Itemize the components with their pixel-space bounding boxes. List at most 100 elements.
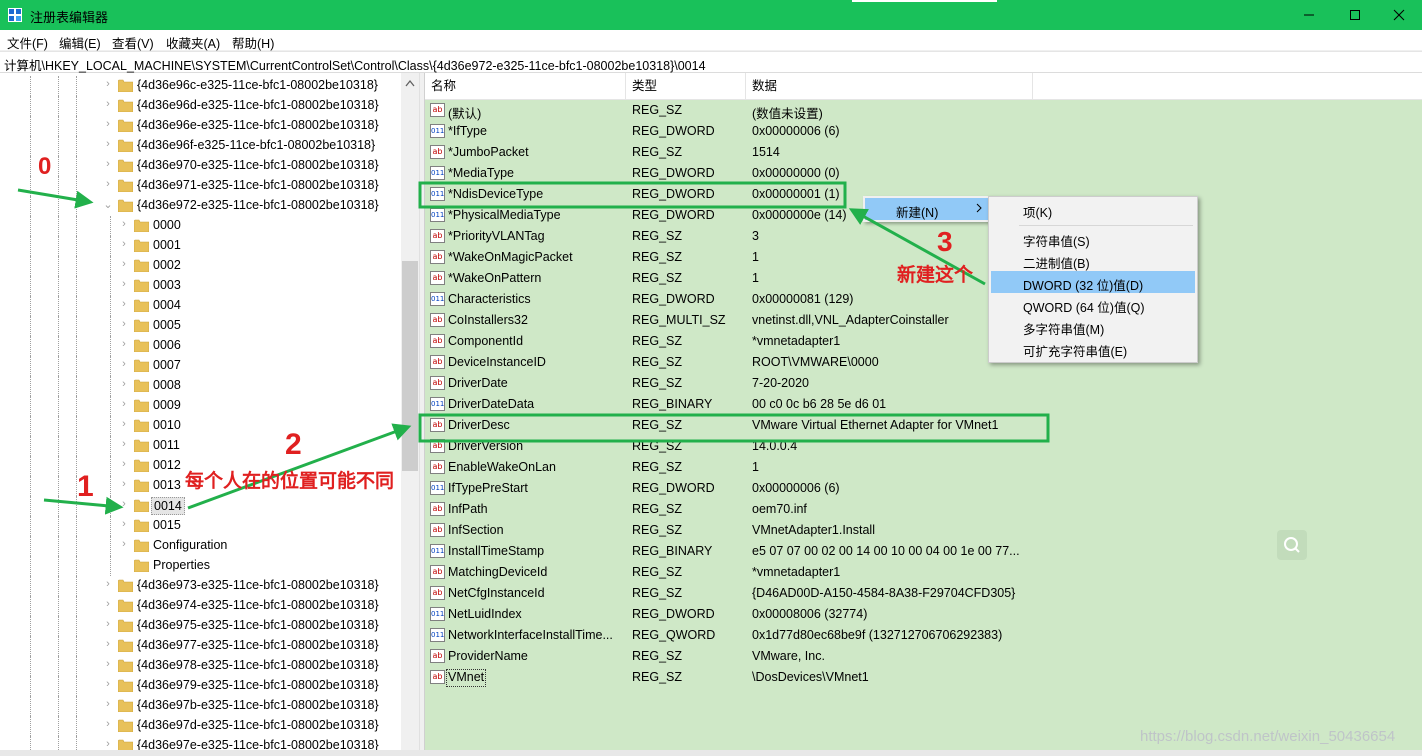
submenu-key[interactable]: 项(K) bbox=[991, 198, 1195, 220]
chevron-right-icon[interactable]: › bbox=[119, 418, 129, 432]
chevron-right-icon[interactable]: › bbox=[103, 718, 113, 732]
tree-item[interactable]: › 0008 bbox=[0, 376, 401, 396]
chevron-right-icon[interactable]: › bbox=[103, 618, 113, 632]
value-row[interactable]: 011 *IfType REG_DWORD 0x00000006 (6) bbox=[425, 121, 1422, 142]
tree-item[interactable]: › {4d36e971-e325-11ce-bfc1-08002be10318} bbox=[0, 176, 401, 196]
chevron-right-icon[interactable]: › bbox=[119, 518, 129, 532]
chevron-right-icon[interactable]: › bbox=[103, 178, 113, 192]
chevron-right-icon[interactable]: › bbox=[119, 358, 129, 372]
tree-scrollbar[interactable] bbox=[401, 73, 419, 756]
tree-item[interactable]: › {4d36e97b-e325-11ce-bfc1-08002be10318} bbox=[0, 696, 401, 716]
value-row[interactable]: ab DriverVersion REG_SZ 14.0.0.4 bbox=[425, 436, 1422, 457]
chevron-right-icon[interactable]: › bbox=[119, 238, 129, 252]
value-row[interactable]: ab ProviderName REG_SZ VMware, Inc. bbox=[425, 646, 1422, 667]
value-row[interactable]: 011 Characteristics REG_DWORD 0x00000081 (1… bbox=[425, 289, 1422, 310]
value-row[interactable]: ab (默认) REG_SZ (数值未设置) bbox=[425, 100, 1422, 121]
submenu-string[interactable]: 字符串值(S) bbox=[991, 227, 1195, 249]
col-type[interactable]: 类型 bbox=[626, 73, 746, 100]
tree-item[interactable]: › 0015 bbox=[0, 516, 401, 536]
tree-item[interactable]: › 0007 bbox=[0, 356, 401, 376]
chevron-right-icon[interactable]: › bbox=[103, 578, 113, 592]
value-row[interactable]: 011 *MediaType REG_DWORD 0x00000000 (0) bbox=[425, 163, 1422, 184]
zoom-button[interactable] bbox=[1277, 530, 1307, 560]
submenu-multistring[interactable]: 多字符串值(M) bbox=[991, 315, 1195, 337]
minimize-button[interactable] bbox=[1286, 0, 1332, 30]
chevron-right-icon[interactable]: › bbox=[103, 158, 113, 172]
submenu-dword[interactable]: DWORD (32 位)值(D) bbox=[991, 271, 1195, 293]
value-list[interactable]: 名称 类型 数据 ab (默认) REG_SZ (数值未设置) 011 *IfType RE… bbox=[425, 73, 1422, 756]
chevron-down-icon[interactable]: ⌄ bbox=[103, 198, 113, 212]
value-row[interactable]: 011 IfTypePreStart REG_DWORD 0x00000006 (6) bbox=[425, 478, 1422, 499]
value-row[interactable]: 011 NetLuidIndex REG_DWORD 0x00008006 (3277… bbox=[425, 604, 1422, 625]
tree-item[interactable]: › 0009 bbox=[0, 396, 401, 416]
chevron-right-icon[interactable]: › bbox=[103, 138, 113, 152]
value-row[interactable]: ab VMnet REG_SZ \DosDevices\VMnet1 bbox=[425, 667, 1422, 688]
value-row[interactable]: ab DeviceInstanceID REG_SZ ROOT\VMWARE\0000 bbox=[425, 352, 1422, 373]
tree-item[interactable]: › 0002 bbox=[0, 256, 401, 276]
menu-view[interactable]: 查看(V) bbox=[112, 33, 154, 52]
tree-item[interactable]: › {4d36e978-e325-11ce-bfc1-08002be10318} bbox=[0, 656, 401, 676]
value-row[interactable]: ab CoInstallers32 REG_MULTI_SZ vnetinst.dll… bbox=[425, 310, 1422, 331]
value-row[interactable]: ab DriverDate REG_SZ 7-20-2020 bbox=[425, 373, 1422, 394]
chevron-right-icon[interactable]: › bbox=[119, 378, 129, 392]
address-bar[interactable]: 计算机\HKEY_LOCAL_MACHINE\SYSTEM\CurrentCon… bbox=[0, 51, 1422, 73]
chevron-right-icon[interactable]: › bbox=[119, 258, 129, 272]
chevron-right-icon[interactable]: › bbox=[119, 458, 129, 472]
value-row[interactable]: ab InfPath REG_SZ oem70.inf bbox=[425, 499, 1422, 520]
col-data[interactable]: 数据 bbox=[746, 73, 1033, 100]
chevron-right-icon[interactable]: › bbox=[103, 638, 113, 652]
value-row[interactable]: ab NetCfgInstanceId REG_SZ {D46AD00D-A150-4… bbox=[425, 583, 1422, 604]
scroll-up-icon[interactable] bbox=[405, 79, 415, 87]
tree-item[interactable]: › 0005 bbox=[0, 316, 401, 336]
value-row[interactable]: 011 InstallTimeStamp REG_BINARY e5 07 07 00… bbox=[425, 541, 1422, 562]
tree-item[interactable]: Properties bbox=[0, 556, 401, 576]
tree-item[interactable]: › 0004 bbox=[0, 296, 401, 316]
tree-item[interactable]: › 0006 bbox=[0, 336, 401, 356]
chevron-right-icon[interactable]: › bbox=[119, 478, 129, 492]
chevron-right-icon[interactable]: › bbox=[119, 278, 129, 292]
chevron-right-icon[interactable]: › bbox=[103, 698, 113, 712]
value-row[interactable]: ab EnableWakeOnLan REG_SZ 1 bbox=[425, 457, 1422, 478]
chevron-right-icon[interactable]: › bbox=[119, 438, 129, 452]
chevron-right-icon[interactable]: › bbox=[103, 658, 113, 672]
chevron-right-icon[interactable]: › bbox=[119, 338, 129, 352]
tree-scroll-thumb[interactable] bbox=[402, 261, 418, 471]
value-row[interactable]: ab DriverDesc REG_SZ VMware Virtual Etherne… bbox=[425, 415, 1422, 436]
value-row[interactable]: ab MatchingDeviceId REG_SZ *vmnetadapter1 bbox=[425, 562, 1422, 583]
chevron-right-icon[interactable]: › bbox=[119, 298, 129, 312]
tree-item[interactable]: › {4d36e977-e325-11ce-bfc1-08002be10318} bbox=[0, 636, 401, 656]
close-button[interactable] bbox=[1376, 0, 1422, 30]
tree-item[interactable]: › {4d36e96e-e325-11ce-bfc1-08002be10318} bbox=[0, 116, 401, 136]
menu-edit[interactable]: 编辑(E) bbox=[59, 33, 101, 52]
value-row[interactable]: ab *JumboPacket REG_SZ 1514 bbox=[425, 142, 1422, 163]
value-row[interactable]: ab ComponentId REG_SZ *vmnetadapter1 bbox=[425, 331, 1422, 352]
tree-item[interactable]: › {4d36e96d-e325-11ce-bfc1-08002be10318} bbox=[0, 96, 401, 116]
horizontal-scrollbar[interactable] bbox=[0, 750, 1422, 756]
menu-item-new[interactable]: 新建(N) bbox=[865, 198, 989, 220]
submenu-qword[interactable]: QWORD (64 位)值(Q) bbox=[991, 293, 1195, 315]
col-name[interactable]: 名称 bbox=[425, 73, 626, 100]
chevron-right-icon[interactable]: › bbox=[103, 678, 113, 692]
chevron-right-icon[interactable]: › bbox=[103, 78, 113, 92]
tree-item[interactable]: › 0000 bbox=[0, 216, 401, 236]
menu-help[interactable]: 帮助(H) bbox=[232, 33, 274, 52]
tree-item[interactable]: › 0001 bbox=[0, 236, 401, 256]
chevron-right-icon[interactable]: › bbox=[103, 118, 113, 132]
tree-item[interactable]: › 0011 bbox=[0, 436, 401, 456]
submenu-binary[interactable]: 二进制值(B) bbox=[991, 249, 1195, 271]
value-row[interactable]: ab InfSection REG_SZ VMnetAdapter1.Install bbox=[425, 520, 1422, 541]
tree-item[interactable]: › 0014 bbox=[0, 496, 401, 516]
value-row[interactable]: 011 DriverDateData REG_BINARY 00 c0 0c b6 2… bbox=[425, 394, 1422, 415]
chevron-right-icon[interactable]: › bbox=[119, 218, 129, 232]
tree-item[interactable]: › 0010 bbox=[0, 416, 401, 436]
tree-item[interactable]: › Configuration bbox=[0, 536, 401, 556]
address-path[interactable]: 计算机\HKEY_LOCAL_MACHINE\SYSTEM\CurrentCon… bbox=[4, 55, 706, 74]
tree-item[interactable]: › {4d36e974-e325-11ce-bfc1-08002be10318} bbox=[0, 596, 401, 616]
tree-item[interactable]: › {4d36e979-e325-11ce-bfc1-08002be10318} bbox=[0, 676, 401, 696]
tree-item[interactable]: › {4d36e96f-e325-11ce-bfc1-08002be10318} bbox=[0, 136, 401, 156]
chevron-right-icon[interactable]: › bbox=[119, 498, 129, 512]
submenu-expandstring[interactable]: 可扩充字符串值(E) bbox=[991, 337, 1195, 359]
chevron-right-icon[interactable]: › bbox=[103, 98, 113, 112]
key-tree[interactable]: › {4d36e96c-e325-11ce-bfc1-08002be10318} ›… bbox=[0, 73, 401, 756]
tree-item[interactable]: › 0003 bbox=[0, 276, 401, 296]
